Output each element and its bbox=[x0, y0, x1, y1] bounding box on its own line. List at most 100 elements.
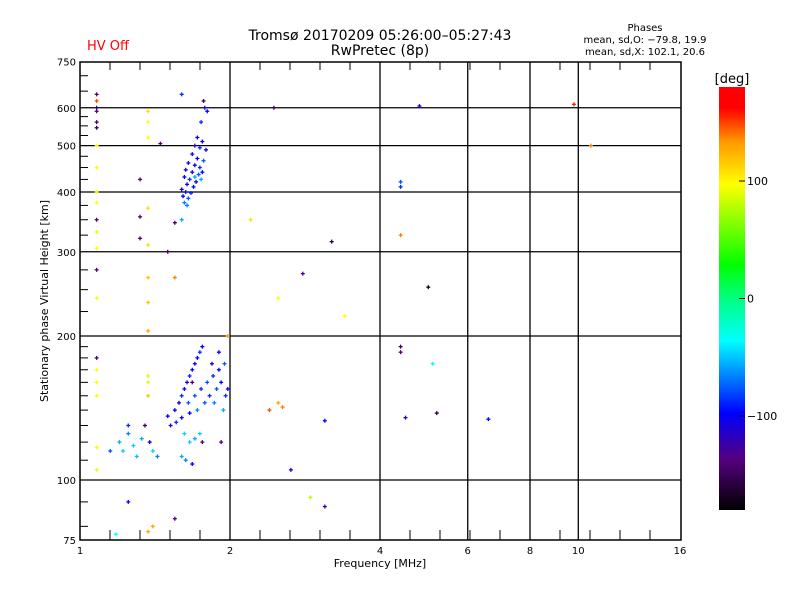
data-point bbox=[186, 160, 191, 165]
data-point bbox=[571, 102, 576, 107]
data-point bbox=[113, 532, 118, 537]
data-point bbox=[280, 405, 285, 410]
data-point bbox=[190, 152, 195, 157]
data-point bbox=[202, 400, 207, 405]
data-point bbox=[182, 200, 187, 205]
data-point bbox=[202, 105, 207, 110]
data-point bbox=[134, 454, 139, 459]
data-point bbox=[201, 98, 206, 103]
data-point bbox=[117, 440, 122, 445]
data-point bbox=[179, 92, 184, 97]
x-tick-label: 10 bbox=[572, 546, 585, 557]
data-point bbox=[168, 423, 173, 428]
data-point bbox=[248, 217, 253, 222]
y-tick-label: 75 bbox=[63, 536, 76, 547]
data-point bbox=[146, 120, 151, 125]
data-point bbox=[271, 105, 276, 110]
data-point bbox=[94, 105, 99, 110]
data-point bbox=[205, 380, 210, 385]
data-point bbox=[94, 125, 99, 130]
chart-subtitle: RwPretec (8p) bbox=[331, 43, 429, 59]
data-point bbox=[94, 98, 99, 103]
data-point bbox=[147, 440, 152, 445]
y-tick-label: 400 bbox=[57, 188, 76, 199]
data-point bbox=[94, 246, 99, 251]
data-point bbox=[182, 174, 187, 179]
data-point bbox=[183, 458, 188, 463]
data-point bbox=[172, 220, 177, 225]
data-point bbox=[94, 120, 99, 125]
data-point bbox=[182, 386, 187, 391]
data-point bbox=[146, 373, 151, 378]
data-point bbox=[434, 411, 439, 416]
data-point bbox=[201, 158, 206, 163]
data-point bbox=[94, 200, 99, 205]
stats-title: Phases bbox=[627, 23, 662, 34]
x-tick-label: 2 bbox=[227, 546, 233, 557]
data-point bbox=[185, 182, 190, 187]
data-point bbox=[183, 190, 188, 194]
colorbar-tick-label: 0 bbox=[747, 293, 754, 306]
x-tick-label: 4 bbox=[377, 546, 383, 557]
y-tick-label: 750 bbox=[57, 57, 76, 68]
data-point bbox=[146, 300, 151, 305]
data-point bbox=[211, 373, 216, 378]
data-point bbox=[172, 275, 177, 280]
data-point bbox=[430, 361, 435, 366]
data-point bbox=[207, 393, 212, 398]
data-point bbox=[187, 440, 192, 445]
data-point bbox=[155, 454, 160, 459]
data-point bbox=[209, 361, 214, 366]
data-point bbox=[186, 196, 191, 201]
data-point bbox=[426, 285, 431, 290]
data-point bbox=[174, 420, 179, 425]
data-point bbox=[150, 524, 155, 529]
data-point bbox=[108, 448, 113, 453]
data-point bbox=[288, 467, 293, 472]
data-point bbox=[308, 495, 313, 500]
data-point bbox=[94, 229, 99, 234]
data-point bbox=[225, 386, 230, 391]
data-point bbox=[216, 350, 221, 355]
data-point bbox=[214, 386, 219, 391]
stats-o: mean, sd,O: −79.8, 19.9 bbox=[584, 35, 707, 46]
data-point bbox=[195, 408, 200, 413]
data-point bbox=[322, 418, 327, 423]
data-point bbox=[165, 414, 170, 419]
data-point bbox=[146, 380, 151, 385]
data-point bbox=[146, 529, 151, 534]
data-point bbox=[199, 386, 204, 391]
data-point bbox=[267, 408, 272, 413]
data-point bbox=[200, 344, 205, 349]
data-point bbox=[172, 408, 177, 413]
data-point bbox=[398, 350, 403, 355]
data-point bbox=[329, 239, 334, 244]
x-tick-label: 16 bbox=[674, 546, 687, 557]
data-point bbox=[142, 423, 147, 428]
data-point bbox=[276, 400, 281, 405]
data-point bbox=[185, 380, 190, 385]
data-point bbox=[197, 165, 202, 170]
data-point bbox=[158, 141, 163, 146]
data-point bbox=[199, 177, 204, 182]
chart-title: Tromsø 20170209 05:26:00–05:27:43 bbox=[248, 28, 512, 44]
data-point bbox=[192, 174, 197, 179]
data-point bbox=[94, 296, 99, 301]
data-point bbox=[190, 462, 195, 467]
data-point bbox=[199, 120, 204, 125]
colorbar-label: [deg] bbox=[715, 72, 750, 87]
data-point bbox=[398, 233, 403, 238]
data-point bbox=[195, 135, 200, 140]
data-point bbox=[121, 448, 126, 453]
data-point bbox=[276, 296, 281, 301]
data-point bbox=[223, 393, 228, 398]
colorbar-tick-label: −100 bbox=[747, 410, 777, 423]
data-point bbox=[94, 267, 99, 272]
data-point bbox=[192, 143, 197, 148]
stats-x: mean, sd,X: 102.1, 20.6 bbox=[585, 47, 705, 58]
data-point bbox=[146, 135, 151, 140]
data-point bbox=[138, 214, 143, 219]
data-point bbox=[146, 109, 151, 114]
data-point bbox=[126, 423, 131, 428]
data-point bbox=[203, 147, 208, 152]
